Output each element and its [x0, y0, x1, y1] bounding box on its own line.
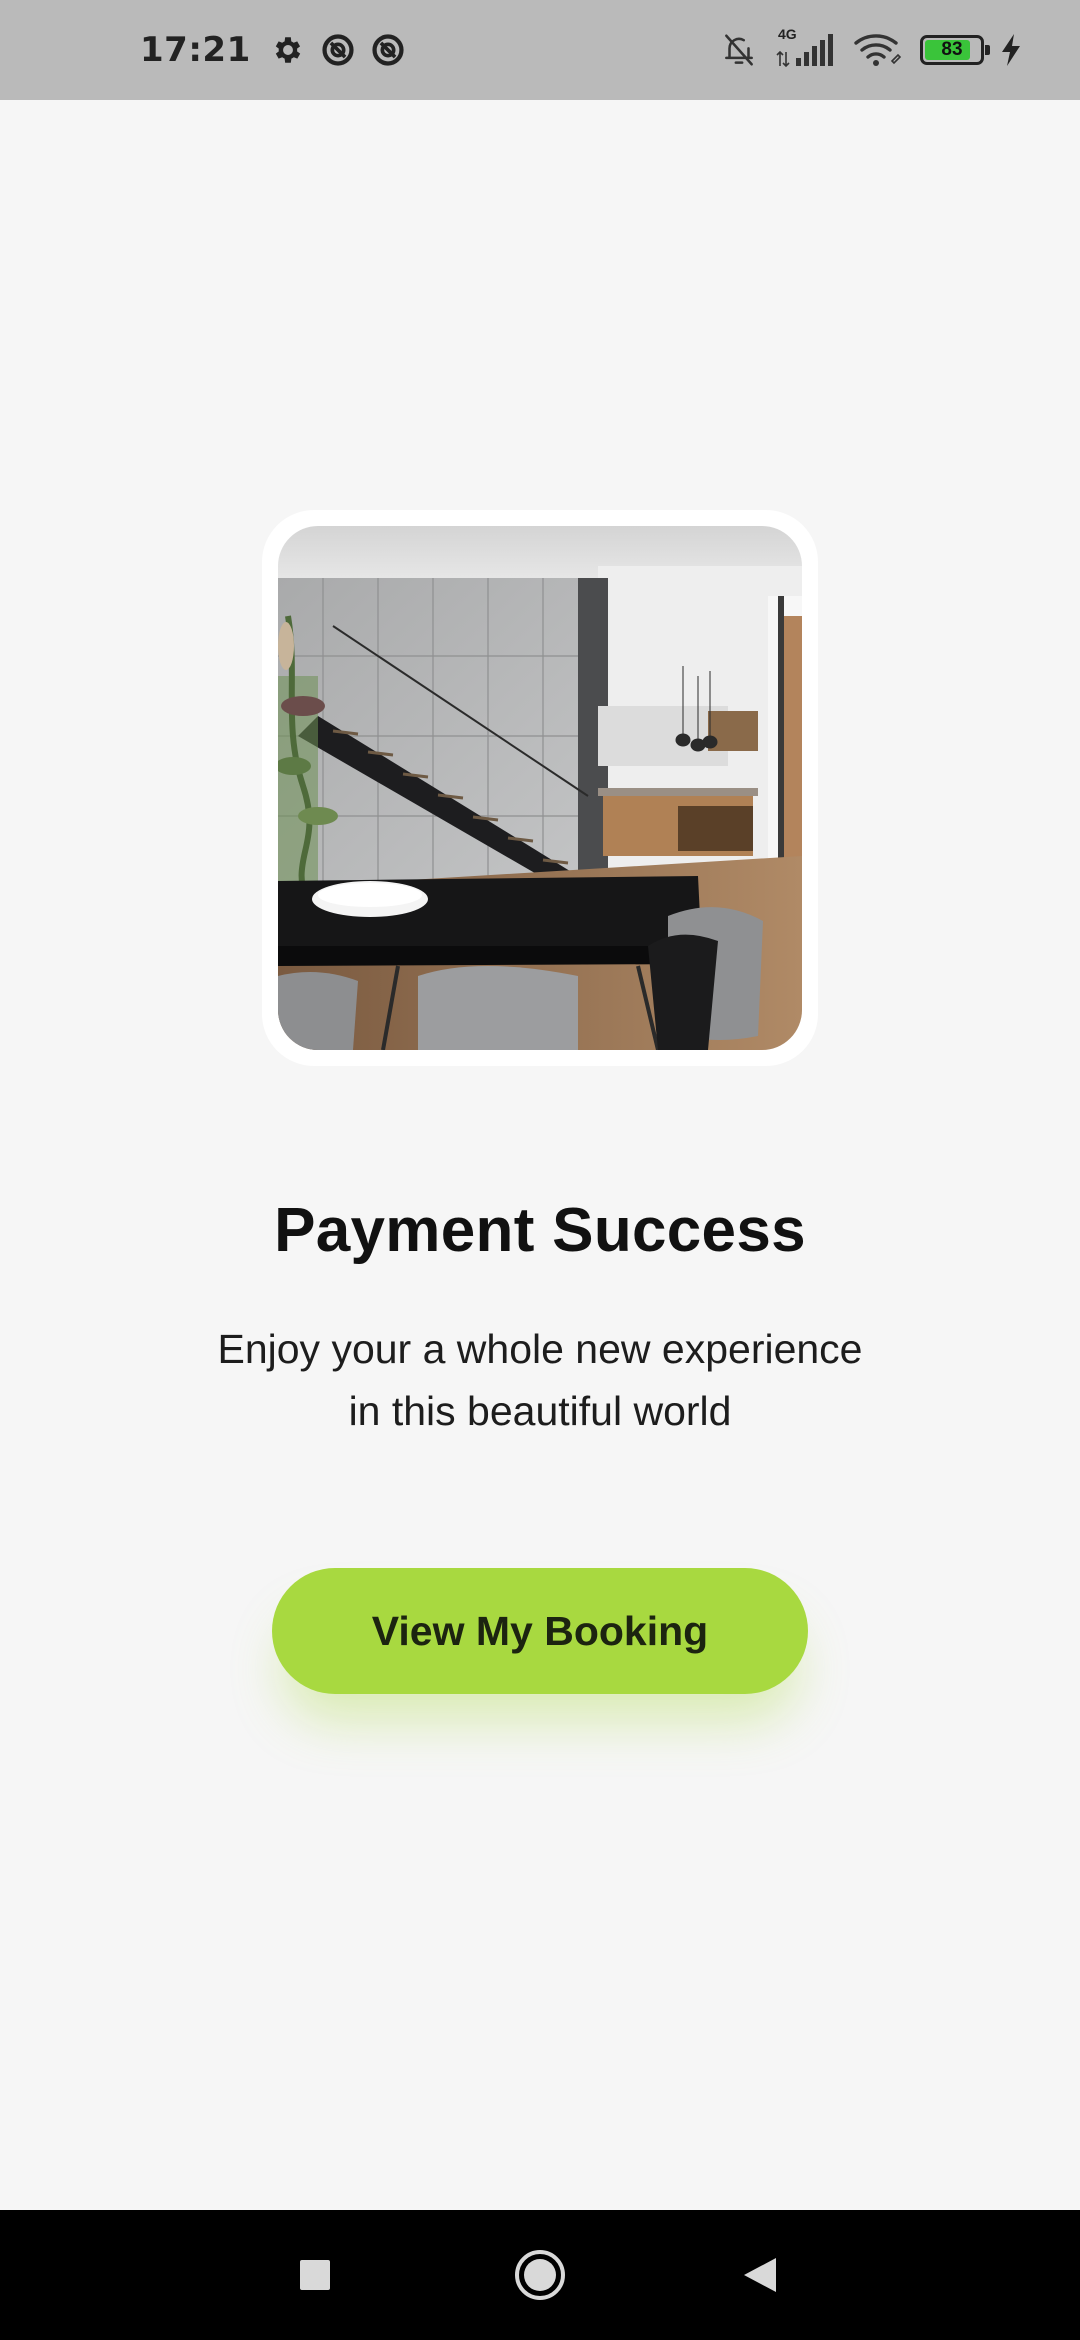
- system-nav-bar: [0, 2210, 1080, 2340]
- status-time: 17:21: [140, 30, 251, 70]
- home-button[interactable]: [470, 2210, 610, 2340]
- status-right: 4G 83: [702, 26, 1022, 70]
- success-message-line-2: in this beautiful world: [348, 1388, 732, 1434]
- triangle-back-icon: [744, 2258, 776, 2292]
- success-message: Enjoy your a whole new experience in thi…: [140, 1318, 940, 1442]
- status-left: 17:21: [140, 30, 421, 70]
- sync-icon: [322, 34, 354, 66]
- circle-home-icon: [515, 2250, 565, 2300]
- battery-level: 83: [941, 39, 963, 60]
- status-bar: 17:21 4G 83: [0, 0, 1080, 100]
- sync-icon: [372, 34, 404, 66]
- charging-icon: [1002, 34, 1020, 66]
- back-button[interactable]: [690, 2210, 830, 2340]
- cell-signal: 4G: [776, 26, 836, 70]
- page-title: Payment Success: [274, 1196, 806, 1265]
- success-message-line-1: Enjoy your a whole new experience: [217, 1326, 863, 1372]
- signal-icon: [776, 34, 833, 68]
- interior-photo: [278, 526, 802, 1050]
- hero-image-card: [262, 510, 818, 1066]
- recents-button[interactable]: [245, 2210, 385, 2340]
- bell-off-icon: [725, 34, 753, 66]
- gear-icon: [275, 37, 300, 63]
- square-recents-icon: [300, 2260, 330, 2290]
- wifi-icon: [854, 34, 902, 66]
- battery-icon: 83: [920, 35, 990, 65]
- view-my-booking-button[interactable]: View My Booking: [272, 1568, 808, 1694]
